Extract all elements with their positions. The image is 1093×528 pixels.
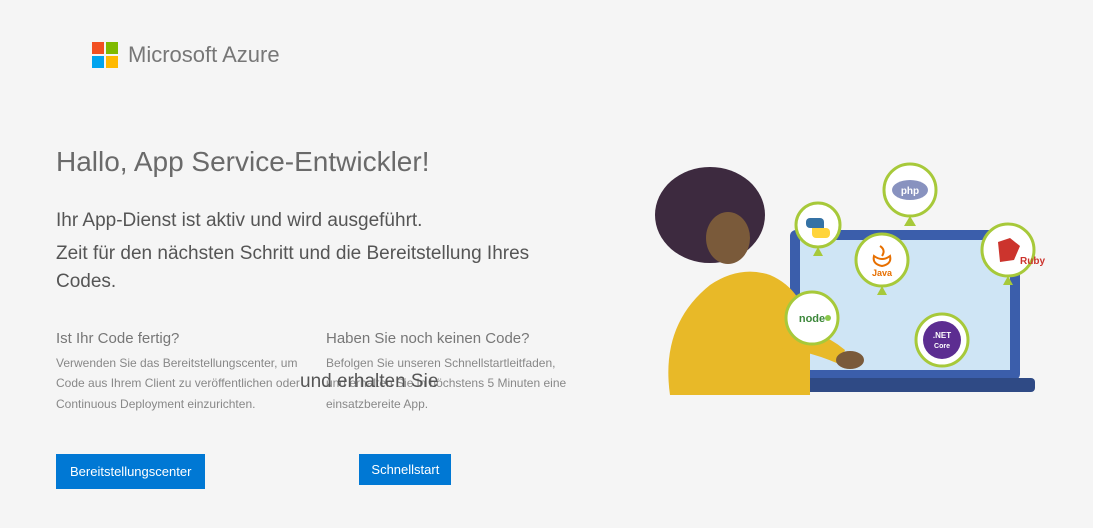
- node-badge-icon: node: [786, 292, 838, 344]
- php-badge-icon: php: [884, 164, 936, 226]
- ruby-label: Ruby: [1020, 256, 1045, 267]
- brand-row: Microsoft Azure: [92, 42, 280, 68]
- page-headline: Hallo, App Service-Entwickler!: [56, 146, 429, 178]
- php-label: php: [901, 186, 919, 197]
- hero-illustration: php Java: [600, 160, 1060, 420]
- dotnet-core-badge-icon: .NET Core: [916, 314, 968, 366]
- overlapping-text-fragment: und erhalten Sie: [300, 371, 438, 393]
- col-deploy-question: Ist Ihr Code fertig?: [56, 330, 306, 347]
- brand-text: Microsoft Azure: [128, 42, 280, 68]
- node-label: node: [799, 313, 825, 325]
- java-label: Java: [872, 268, 893, 278]
- microsoft-logo-icon: [92, 42, 118, 68]
- status-text: Ihr App-Dienst ist aktiv und wird ausgef…: [56, 210, 422, 232]
- next-step-text: Zeit für den nächsten Schritt und die Be…: [56, 240, 576, 295]
- deployment-center-button[interactable]: Bereitstellungscenter: [56, 454, 205, 489]
- button-row: Bereitstellungscenter Schnellstart: [56, 454, 451, 489]
- svg-text:Core: Core: [934, 343, 950, 350]
- svg-text:.NET: .NET: [933, 331, 951, 340]
- col-deploy-desc: Verwenden Sie das Bereitstellungscenter,…: [56, 353, 306, 414]
- col-quickstart-question: Haben Sie noch keinen Code?: [326, 330, 576, 347]
- quickstart-button[interactable]: Schnellstart: [359, 454, 451, 485]
- col-deploy: Ist Ihr Code fertig? Verwenden Sie das B…: [56, 330, 306, 414]
